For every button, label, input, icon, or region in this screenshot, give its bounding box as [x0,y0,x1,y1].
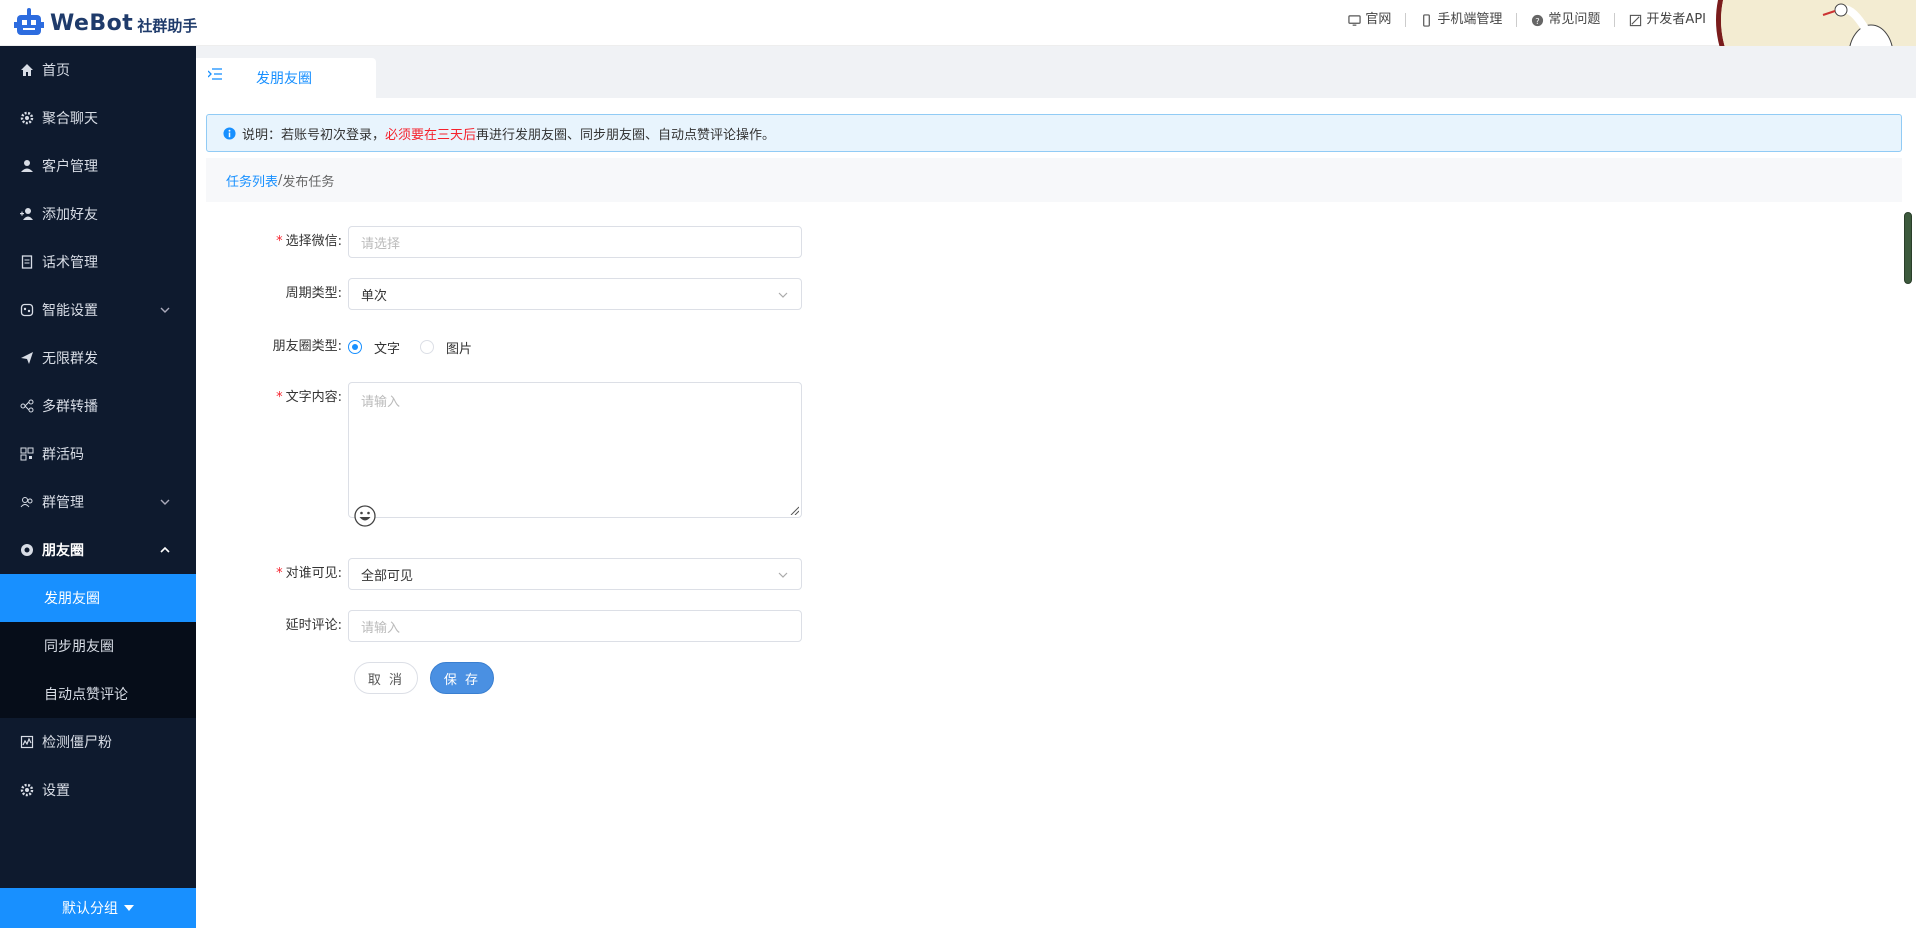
label-wechat: 选择微信: [285,234,342,249]
sidebar-item-smart-settings[interactable]: 智能设置 [0,286,196,334]
required-mark: * [276,234,283,249]
chevron-down-icon [778,572,788,578]
sidebar: 首页 聚合聊天 客户管理 添加好友 话术管理 智能设置 无限群发 多群转播 群活… [0,46,196,928]
moments-submenu: 发朋友圈 同步朋友圈 自动点赞评论 [0,574,196,718]
label-delay: 延时评论: [285,618,342,633]
settings-icon [20,783,34,797]
sidebar-item-customers[interactable]: 客户管理 [0,142,196,190]
label-content: 文字内容: [285,390,342,405]
home-icon [21,64,33,76]
row-moment-type: 朋友圈类型: 文字 图片 [196,331,492,363]
sidebar-item-group-manage[interactable]: 群管理 [0,478,196,526]
visibility-select[interactable]: 全部可见 [348,558,802,590]
label-cycle: 周期类型: [285,286,342,301]
top-links: 官网 手机端管理 ? 常见问题 开发者API [1334,13,1720,27]
sidebar-item-settings[interactable]: 设置 [0,766,196,814]
tab-bar: 发朋友圈 [196,46,1916,98]
breadcrumb: 任务列表 / 发布任务 [206,158,1902,202]
link-faq[interactable]: ? 常见问题 [1517,13,1616,27]
main-content: 发朋友圈 说明：若账号初次登录， 必须要在三天后 再进行发朋友圈、同步朋友圈、自… [196,46,1916,928]
chevron-down-icon [778,292,788,298]
gear-icon [20,111,34,125]
sidebar-subitem-post-moment[interactable]: 发朋友圈 [0,574,196,622]
emoji-icon[interactable] [354,505,376,527]
group-icon [20,497,33,508]
row-content: * 文字内容: 请输入 [196,382,802,518]
share-icon [20,399,34,413]
svg-text:?: ? [1536,15,1540,25]
sidebar-item-scripts[interactable]: 话术管理 [0,238,196,286]
tab-post-moment[interactable]: 发朋友圈 [196,58,376,98]
chart-icon [20,735,34,749]
required-mark: * [276,566,283,581]
breadcrumb-current: 发布任务 [282,174,335,190]
info-icon [223,126,236,140]
row-wechat: * 选择微信: 请选择 [196,226,802,258]
resize-grip-icon[interactable] [789,505,799,515]
row-delay: 延时评论: 请输入 [196,610,802,642]
logo-text: WeBot [50,10,134,36]
notice-prefix: 说明：若账号初次登录， [242,127,386,143]
sidebar-subitem-sync-moments[interactable]: 同步朋友圈 [0,622,196,670]
required-mark: * [276,390,283,405]
sidebar-item-chat[interactable]: 聚合聊天 [0,94,196,142]
sidebar-item-zombie-check[interactable]: 检测僵尸粉 [0,718,196,766]
sidebar-item-multi-broadcast[interactable]: 多群转播 [0,382,196,430]
link-developer-api[interactable]: 开发者API [1615,13,1720,27]
label-moment-type: 朋友圈类型: [272,339,342,354]
logo-subtitle: 社群助手 [137,16,198,35]
wechat-select[interactable]: 请选择 [348,226,802,258]
monitor-icon [1348,14,1362,26]
delay-comment-input[interactable]: 请输入 [348,610,802,642]
scrollbar-thumb[interactable] [1904,212,1912,284]
sidebar-item-home[interactable]: 首页 [0,46,196,94]
sidebar-item-moments[interactable]: 朋友圈 [0,526,196,574]
user-icon [21,160,33,172]
notice-suffix: 再进行发朋友圈、同步朋友圈、自动点赞评论操作。 [476,127,776,143]
document-icon [21,255,33,269]
notice-banner: 说明：若账号初次登录， 必须要在三天后 再进行发朋友圈、同步朋友圈、自动点赞评论… [206,114,1902,152]
group-selector-button[interactable]: 默认分组 [0,888,196,928]
chevron-down-icon [160,499,170,505]
brain-icon [20,303,34,317]
sidebar-subitem-auto-like[interactable]: 自动点赞评论 [0,670,196,718]
phone-icon [1423,13,1431,27]
sidebar-item-group-qrcode[interactable]: 群活码 [0,430,196,478]
link-official-site[interactable]: 官网 [1334,13,1407,27]
logo[interactable]: WeBot 社群助手 [14,8,197,38]
radio-dot[interactable] [420,340,435,354]
chevron-up-icon [160,546,170,553]
row-cycle: 周期类型: 单次 [196,278,802,310]
cancel-button[interactable]: 取 消 [354,662,418,694]
chevron-down-icon [160,307,170,313]
robot-logo-icon [14,8,44,35]
notice-highlight: 必须要在三天后 [385,127,477,143]
sidebar-item-add-friend[interactable]: 添加好友 [0,190,196,238]
link-mobile-manage[interactable]: 手机端管理 [1406,13,1518,27]
sidebar-item-mass-send[interactable]: 无限群发 [0,334,196,382]
moments-icon [21,544,33,556]
label-visibility: 对谁可见: [285,566,342,581]
api-icon [1630,14,1642,26]
qrcode-icon [20,447,34,461]
add-user-icon [20,208,33,220]
caret-down-icon [124,905,134,911]
save-button[interactable]: 保 存 [430,662,494,694]
menu-collapse-icon[interactable] [208,68,222,80]
radio-image[interactable]: 图片 [420,331,472,363]
row-visibility: * 对谁可见: 全部可见 [196,558,802,590]
send-icon [21,352,33,364]
radio-dot-checked[interactable] [348,340,362,354]
content-textarea[interactable]: 请输入 [348,382,802,518]
question-icon: ? [1532,14,1544,26]
radio-text[interactable]: 文字 [348,331,400,363]
cycle-type-select[interactable]: 单次 [348,278,802,310]
top-header: WeBot 社群助手 官网 手机端管理 ? 常见问题 开发者API [0,0,1916,46]
breadcrumb-task-list[interactable]: 任务列表 [226,171,278,190]
